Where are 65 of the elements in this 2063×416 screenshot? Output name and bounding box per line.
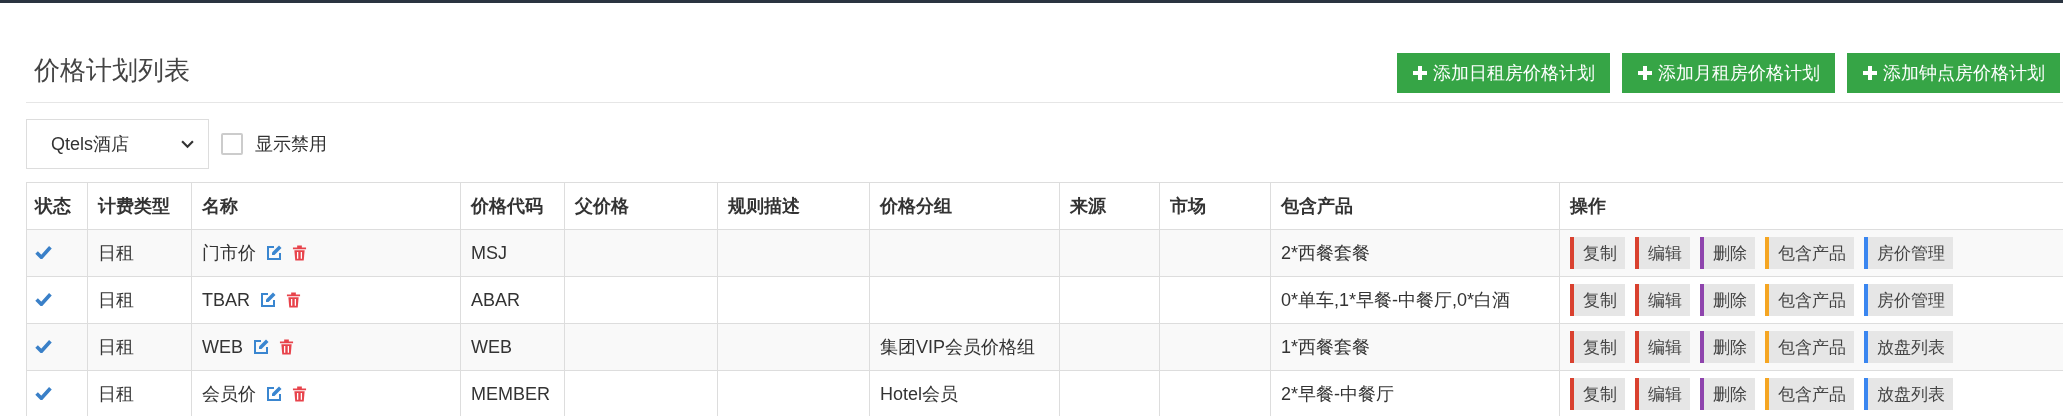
- action-button[interactable]: 编辑: [1635, 284, 1690, 316]
- name-cell: TBAR: [202, 289, 250, 311]
- products-cell: 0*单车,1*早餐-中餐厅,0*白酒: [1281, 290, 1511, 310]
- name-cell-text: 门市价: [202, 242, 256, 265]
- price-group-cell: Hotel会员: [880, 384, 959, 404]
- action-button[interactable]: 复制: [1570, 284, 1625, 316]
- page-title: 价格计划列表: [34, 54, 190, 87]
- trash-icon[interactable]: [279, 338, 294, 356]
- column-header: 计费类型: [87, 182, 192, 230]
- name-cell-text: 会员价: [202, 383, 256, 406]
- price-group-cell: 集团VIP会员价格组: [880, 337, 1035, 357]
- billing-type-cell: 日租: [98, 384, 134, 404]
- action-button[interactable]: 包含产品: [1765, 331, 1854, 363]
- trash-icon[interactable]: [292, 244, 307, 262]
- action-button[interactable]: 删除: [1700, 378, 1755, 410]
- billing-type-cell: 日租: [98, 290, 134, 310]
- products-cell: 1*西餐套餐: [1281, 337, 1370, 357]
- billing-type-cell: 日租: [98, 243, 134, 263]
- column-header: 规则描述: [717, 182, 870, 230]
- products-cell: 2*早餐-中餐厅: [1281, 384, 1394, 404]
- action-button[interactable]: 复制: [1570, 237, 1625, 269]
- price-code-cell: WEB: [471, 336, 512, 357]
- action-button[interactable]: 放盘列表: [1864, 331, 1953, 363]
- action-button[interactable]: 房价管理: [1864, 237, 1953, 269]
- price-code-cell: MSJ: [471, 242, 507, 263]
- column-header: 市场: [1159, 182, 1271, 230]
- products-cell: 2*西餐套餐: [1281, 243, 1370, 263]
- action-button[interactable]: 房价管理: [1864, 284, 1953, 316]
- action-button[interactable]: 删除: [1700, 237, 1755, 269]
- action-button[interactable]: 复制: [1570, 378, 1625, 410]
- price-code-cell: MEMBER: [471, 383, 550, 404]
- action-button[interactable]: 删除: [1700, 331, 1755, 363]
- edit-icon[interactable]: [265, 385, 283, 403]
- column-header: 来源: [1059, 182, 1160, 230]
- action-button[interactable]: 编辑: [1635, 237, 1690, 269]
- column-header: 包含产品: [1270, 182, 1560, 230]
- action-button[interactable]: 包含产品: [1765, 237, 1854, 269]
- action-button[interactable]: 复制: [1570, 331, 1625, 363]
- action-button[interactable]: 放盘列表: [1864, 378, 1953, 410]
- action-button[interactable]: 包含产品: [1765, 284, 1854, 316]
- action-button[interactable]: 编辑: [1635, 378, 1690, 410]
- checkbox[interactable]: [221, 133, 243, 155]
- plus-icon: [1412, 65, 1428, 81]
- column-header: 价格代码: [460, 182, 565, 230]
- name-cell: WEB: [202, 336, 243, 358]
- plus-icon: [1862, 65, 1878, 81]
- column-header: 状态: [26, 182, 88, 230]
- trash-icon[interactable]: [286, 291, 301, 309]
- column-header: 名称: [191, 182, 461, 230]
- edit-icon[interactable]: [259, 291, 277, 309]
- action-button[interactable]: 包含产品: [1765, 378, 1854, 410]
- dropdown-caret-icon: [181, 139, 194, 149]
- action-button[interactable]: 编辑: [1635, 331, 1690, 363]
- plus-icon: [1637, 65, 1653, 81]
- price-code-cell: ABAR: [471, 289, 521, 310]
- edit-icon[interactable]: [265, 244, 283, 262]
- column-header: 价格分组: [869, 182, 1060, 230]
- checkbox-label: 显示禁用: [255, 133, 327, 156]
- hotel-select[interactable]: Qtels酒店: [26, 119, 209, 169]
- edit-icon[interactable]: [252, 338, 270, 356]
- column-header: 操作: [1559, 182, 2063, 230]
- trash-icon[interactable]: [292, 385, 307, 403]
- column-header: 父价格: [564, 182, 718, 230]
- action-button[interactable]: 删除: [1700, 284, 1755, 316]
- billing-type-cell: 日租: [98, 337, 134, 357]
